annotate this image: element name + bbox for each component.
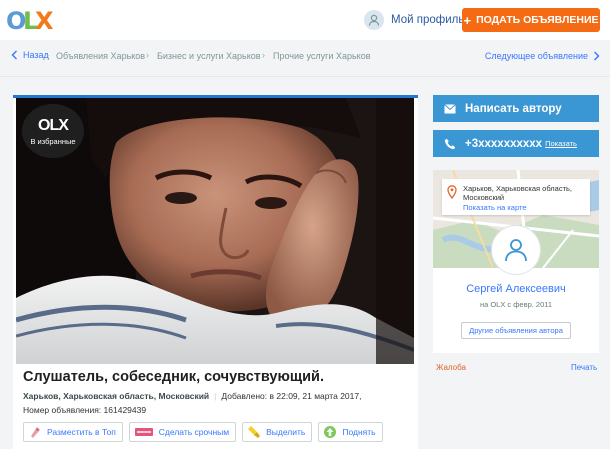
ad-card: OLX В избранные Слушатель, собеседник, с…	[13, 95, 418, 449]
up-arrow-icon	[324, 426, 337, 438]
seller-avatar[interactable]	[491, 225, 541, 275]
seller-since: на OLX с февр. 2011	[479, 300, 553, 309]
logo-letter-x: X	[35, 7, 53, 35]
olx-logo[interactable]: O L X	[6, 5, 53, 39]
phone-icon	[444, 138, 456, 149]
ad-number: Номер объявления: 161429439	[23, 405, 147, 415]
urgent-tag-icon	[134, 428, 153, 436]
breadcrumb-item-kharkiv[interactable]: Объявления Харьков	[56, 51, 145, 61]
add-to-favorites-badge[interactable]: OLX В избранные	[22, 104, 84, 158]
promote-top-button[interactable]: Разместить в Топ	[23, 422, 123, 442]
breadcrumb-separator-icon: ›	[146, 50, 149, 60]
breadcrumb-separator-icon: ›	[262, 50, 265, 60]
next-ad-link[interactable]: Следующее объявление	[485, 51, 600, 61]
back-link[interactable]: Назад	[11, 50, 49, 60]
breadcrumb: Назад › Объявления Харьков › Бизнес и ус…	[0, 46, 610, 66]
post-ad-label: ПОДАТЬ ОБЪЯВЛЕНИЕ	[476, 14, 599, 26]
user-icon	[364, 10, 384, 30]
seller-name[interactable]: Сергей Алексеевич	[433, 283, 599, 295]
show-phone-button[interactable]: +3xxxxxxxxxx Показать	[433, 130, 599, 157]
favorites-logo: OLX	[38, 116, 69, 134]
breadcrumb-item-business[interactable]: Бизнес и услуги Харьков	[157, 51, 261, 61]
bump-up-label: Поднять	[342, 427, 376, 437]
make-urgent-label: Сделать срочным	[158, 427, 230, 437]
highlight-label: Выделить	[266, 427, 306, 437]
breadcrumb-item-other-services[interactable]: Прочие услуги Харьков	[273, 51, 371, 61]
highlight-button[interactable]: Выделить	[242, 422, 313, 442]
write-to-author-button[interactable]: Написать автору	[433, 95, 599, 122]
ad-meta: Харьков, Харьковская область, Московский…	[23, 391, 361, 401]
write-to-author-label: Написать автору	[465, 102, 562, 115]
seller-card: Харьков, Харьковская область, Московский…	[433, 170, 599, 353]
back-label: Назад	[23, 50, 49, 60]
next-ad-label: Следующее объявление	[484, 51, 588, 61]
ad-added-date: Добавлено: в 22:09, 21 марта 2017,	[221, 391, 362, 401]
show-on-map-link[interactable]: Показать на карте	[463, 203, 527, 212]
address-box: Харьков, Харьковская область, Московский…	[442, 179, 590, 215]
make-urgent-button[interactable]: Сделать срочным	[128, 422, 237, 442]
promote-top-label: Разместить в Топ	[47, 427, 116, 437]
other-ads-button[interactable]: Другие объявления автора	[461, 322, 571, 339]
map-pin-icon	[447, 185, 457, 199]
post-ad-button[interactable]: + ПОДАТЬ ОБЪЯВЛЕНИЕ	[462, 8, 600, 32]
chevron-left-icon	[11, 50, 17, 60]
ad-title: Слушатель, собеседник, сочувствующий.	[23, 369, 324, 385]
envelope-icon	[444, 103, 456, 113]
show-phone-label[interactable]: Показать	[545, 139, 577, 148]
chevron-right-icon	[594, 51, 600, 61]
header: O L X Мой профиль + ПОДАТЬ ОБЪЯВЛЕНИЕ	[0, 0, 610, 40]
print-link[interactable]: Печать	[571, 363, 597, 372]
breadcrumb-separator-icon: ›	[46, 50, 49, 60]
favorites-label: В избранные	[30, 136, 76, 146]
complaint-link[interactable]: Жалоба	[436, 363, 466, 372]
bump-up-button[interactable]: Поднять	[318, 422, 383, 442]
divider	[0, 76, 610, 77]
plus-icon: +	[463, 12, 472, 28]
promo-buttons: Разместить в Топ Сделать срочным Выделит…	[23, 422, 383, 442]
seller-address: Харьков, Харьковская область, Московский	[463, 184, 572, 202]
my-profile-link[interactable]: Мой профиль	[364, 9, 464, 31]
ad-photo[interactable]: OLX В избранные	[16, 98, 414, 364]
meta-separator: |	[214, 391, 217, 401]
phone-number: +3xxxxxxxxxx	[465, 137, 543, 150]
user-icon	[505, 239, 527, 262]
ad-location: Харьков, Харьковская область, Московский	[23, 391, 210, 401]
my-profile-label: Мой профиль	[391, 14, 465, 26]
highlighter-icon	[248, 426, 261, 438]
rocket-icon	[31, 427, 40, 438]
